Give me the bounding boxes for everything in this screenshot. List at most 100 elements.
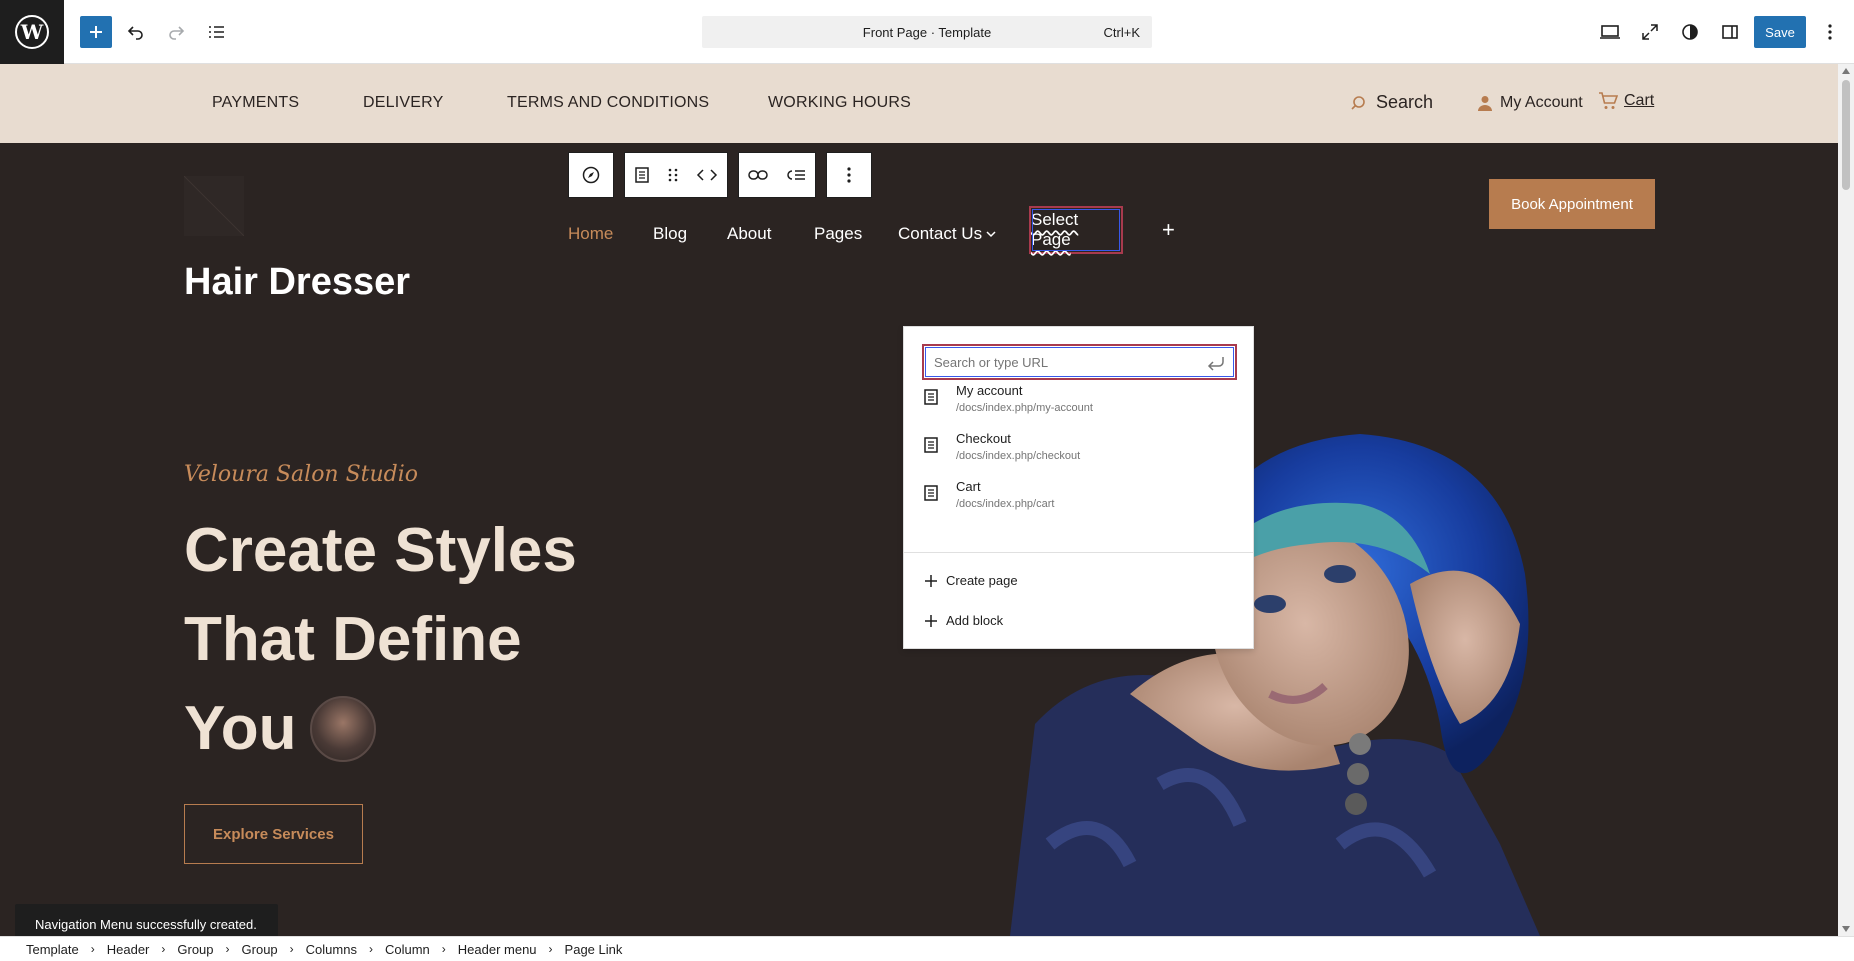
document-title: Front Page · Template — [862, 24, 992, 40]
hero-subtitle[interactable]: Veloura Salon Studio — [184, 462, 418, 487]
breadcrumb-item-current[interactable]: Page Link — [565, 942, 623, 957]
breadcrumb-item[interactable]: Group — [242, 942, 278, 957]
cart-link[interactable]: Cart — [1598, 92, 1654, 110]
topnav-item-payments[interactable]: PAYMENTS — [212, 94, 299, 112]
link-control-popover: My account /docs/index.php/my-account Ch… — [903, 326, 1254, 649]
my-account-label: My Account — [1500, 94, 1583, 111]
my-account-link[interactable]: My Account — [1478, 94, 1583, 112]
suggestion-url: /docs/index.php/my-account — [956, 402, 1093, 414]
desktop-preview-icon[interactable] — [1594, 16, 1626, 48]
breadcrumb-separator-icon: › — [441, 942, 446, 956]
header-search[interactable]: Search — [1350, 92, 1433, 113]
topnav-item-working-hours[interactable]: WORKING HOURS — [768, 94, 911, 112]
scrollbar-thumb[interactable] — [1842, 80, 1850, 190]
breadcrumb-separator-icon: › — [225, 942, 230, 956]
breadcrumb-item[interactable]: Column — [385, 942, 430, 957]
top-utility-bar: PAYMENTS DELIVERY TERMS AND CONDITIONS W… — [0, 64, 1838, 143]
link-suggestion-item[interactable]: Cart /docs/index.php/cart — [922, 479, 1237, 523]
link-search-field[interactable] — [922, 344, 1237, 380]
block-toolbar-parent-group — [568, 152, 614, 198]
scroll-down-icon[interactable] — [1842, 926, 1850, 932]
redo-icon[interactable] — [160, 16, 192, 48]
page-icon — [924, 485, 948, 506]
nav-item-home[interactable]: Home — [568, 224, 613, 244]
link-suggestion-item[interactable]: My account /docs/index.php/my-account — [922, 383, 1237, 427]
command-shortcut: Ctrl+K — [1103, 25, 1140, 40]
topnav-item-terms[interactable]: TERMS AND CONDITIONS — [507, 94, 709, 112]
move-arrows-icon[interactable] — [687, 153, 727, 197]
enter-return-icon[interactable] — [1207, 355, 1225, 376]
page-block-icon[interactable] — [625, 153, 659, 197]
nav-item-about[interactable]: About — [727, 224, 771, 244]
breadcrumb-separator-icon: › — [548, 942, 553, 956]
add-block-toggle-button[interactable] — [80, 16, 112, 48]
fullscreen-icon[interactable] — [1634, 16, 1666, 48]
add-nav-item-icon[interactable]: + — [1162, 219, 1175, 241]
editor-topbar: W Front Page · Template Ctrl+K Save — [0, 0, 1854, 64]
explore-services-button[interactable]: Explore Services — [184, 804, 363, 864]
suggestion-url: /docs/index.php/checkout — [956, 450, 1081, 462]
styles-contrast-icon[interactable] — [1674, 16, 1706, 48]
breadcrumb-item[interactable]: Columns — [306, 942, 357, 957]
scroll-up-icon[interactable] — [1842, 68, 1850, 74]
canvas-scrollbar[interactable] — [1838, 64, 1854, 936]
link-search-input[interactable] — [934, 354, 1194, 370]
suggestion-title: Checkout — [956, 431, 1011, 446]
add-block-label: Add block — [946, 613, 1004, 628]
hero-heading-line-3[interactable]: You — [184, 698, 297, 760]
cart-label: Cart — [1624, 92, 1655, 109]
search-label: Search — [1376, 92, 1434, 112]
document-overview-icon[interactable] — [200, 16, 232, 48]
page-icon — [924, 437, 948, 458]
add-block-button[interactable]: Add block — [924, 613, 1003, 628]
suggestion-title: Cart — [956, 479, 981, 494]
link-suggestion-item[interactable]: Checkout /docs/index.php/checkout — [922, 431, 1237, 475]
book-appointment-button[interactable]: Book Appointment — [1489, 179, 1655, 229]
save-button[interactable]: Save — [1754, 16, 1806, 48]
chevron-down-icon — [986, 231, 996, 238]
navigation-compass-icon[interactable] — [569, 153, 613, 197]
document-title-bar[interactable]: Front Page · Template Ctrl+K — [702, 16, 1152, 48]
block-toolbar-block-group — [624, 152, 728, 198]
editor-canvas: PAYMENTS DELIVERY TERMS AND CONDITIONS W… — [0, 64, 1838, 936]
user-icon — [1478, 96, 1492, 111]
breadcrumb-separator-icon: › — [289, 942, 294, 956]
select-page-link[interactable]: Select Page — [1029, 206, 1123, 254]
breadcrumb-separator-icon: › — [368, 942, 373, 956]
nav-item-blog[interactable]: Blog — [653, 224, 687, 244]
breadcrumb-item[interactable]: Header menu — [458, 942, 537, 957]
wordpress-logo-icon[interactable]: W — [0, 0, 64, 64]
site-title[interactable]: Hair Dresser — [184, 261, 410, 304]
popover-divider — [904, 552, 1253, 553]
nav-item-contact[interactable]: Contact Us — [898, 224, 996, 244]
add-submenu-icon[interactable] — [777, 153, 815, 197]
breadcrumb-item[interactable]: Template — [26, 942, 79, 957]
page-icon — [924, 389, 948, 410]
nav-item-contact-label: Contact Us — [898, 224, 983, 243]
hero-inline-image[interactable] — [310, 696, 376, 762]
settings-sidebar-icon[interactable] — [1714, 16, 1746, 48]
suggestion-url: /docs/index.php/cart — [956, 498, 1055, 510]
undo-icon[interactable] — [120, 16, 152, 48]
block-toolbar-options-group — [826, 152, 872, 198]
breadcrumb-item[interactable]: Group — [177, 942, 213, 957]
drag-handle-icon[interactable] — [659, 153, 687, 197]
nav-item-pages[interactable]: Pages — [814, 224, 862, 244]
hero-heading-line-1[interactable]: Create Styles — [184, 520, 577, 582]
block-toolbar-link-group — [738, 152, 816, 198]
breadcrumb-item[interactable]: Header — [107, 942, 150, 957]
svg-text:W: W — [20, 20, 44, 44]
breadcrumb-separator-icon: › — [161, 942, 166, 956]
create-page-button[interactable]: Create page — [924, 573, 1018, 588]
block-options-icon[interactable] — [827, 153, 871, 197]
plus-icon — [925, 614, 937, 627]
topnav-item-delivery[interactable]: DELIVERY — [363, 94, 443, 112]
block-breadcrumb: Template › Header › Group › Group › Colu… — [0, 936, 1854, 961]
hero-heading-line-2[interactable]: That Define — [184, 609, 522, 671]
options-kebab-icon[interactable] — [1814, 16, 1846, 48]
cart-icon — [1599, 92, 1618, 109]
site-logo-placeholder[interactable] — [184, 176, 244, 236]
link-icon[interactable] — [739, 153, 777, 197]
suggestion-title: My account — [956, 383, 1023, 398]
create-page-label: Create page — [946, 573, 1018, 588]
